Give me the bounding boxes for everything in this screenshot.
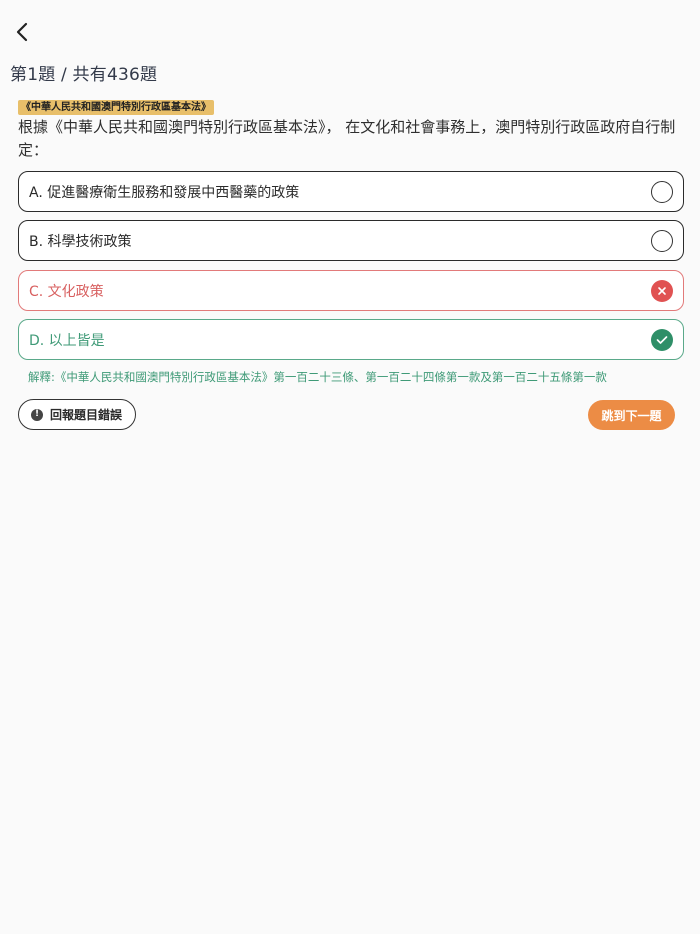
option-label: B. 科學技術政策 bbox=[29, 233, 132, 250]
page-title: 第1題 / 共有436題 bbox=[10, 65, 158, 85]
option-d[interactable]: D. 以上皆是 bbox=[18, 319, 684, 360]
quiz-page: 第1題 / 共有436題 《中華人民共和國澳門特別行政區基本法》 根據《中華人民… bbox=[0, 0, 700, 934]
report-error-label: 回報題目錯誤 bbox=[50, 408, 123, 422]
option-label: C. 文化政策 bbox=[29, 283, 104, 300]
option-label: D. 以上皆是 bbox=[29, 332, 105, 349]
back-button[interactable] bbox=[8, 18, 36, 46]
category-tag: 《中華人民共和國澳門特別行政區基本法》 bbox=[18, 100, 214, 115]
wrong-x-icon bbox=[651, 279, 673, 302]
option-label: A. 促進醫療衛生服務和發展中西醫藥的政策 bbox=[29, 184, 300, 201]
radio-circle-icon bbox=[651, 180, 673, 203]
check-icon bbox=[651, 328, 673, 351]
option-c[interactable]: C. 文化政策 bbox=[18, 270, 684, 311]
option-b[interactable]: B. 科學技術政策 bbox=[18, 220, 684, 261]
radio-circle-icon bbox=[651, 229, 673, 252]
option-a[interactable]: A. 促進醫療衛生服務和發展中西醫藥的政策 bbox=[18, 171, 684, 212]
question-text: 根據《中華人民共和國澳門特別行政區基本法》， 在文化和社會事務上，澳門特別行政區… bbox=[18, 118, 676, 159]
answer-explanation: 解釋:《中華人民共和國澳門特別行政區基本法》第一百二十三條、第一百二十四條第一款… bbox=[28, 370, 607, 384]
report-error-button[interactable]: ! 回報題目錯誤 bbox=[18, 399, 136, 430]
next-question-label: 跳到下一題 bbox=[601, 408, 662, 423]
next-question-button[interactable]: 跳到下一題 bbox=[588, 400, 675, 430]
chevron-left-icon bbox=[16, 22, 28, 42]
exclamation-icon: ! bbox=[31, 408, 43, 421]
